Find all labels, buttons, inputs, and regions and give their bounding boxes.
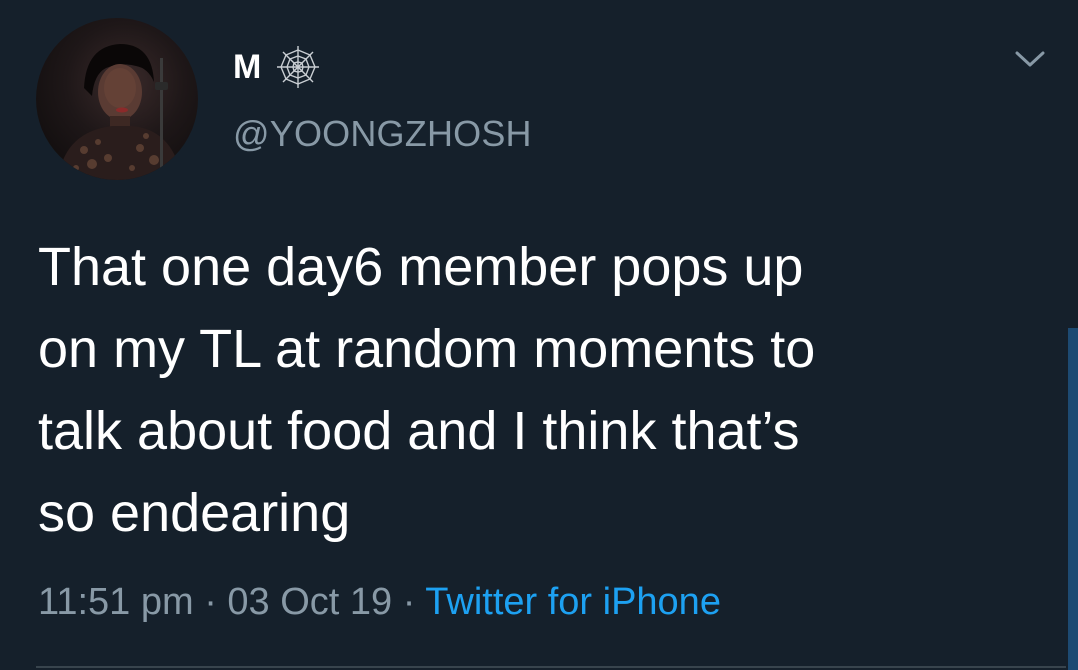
tweet-text: That one day6 member pops up on my TL at…	[38, 237, 816, 543]
tweet-time[interactable]: 11:51 pm	[38, 581, 194, 623]
divider	[36, 666, 1066, 668]
author-name-row[interactable]: M	[233, 44, 321, 90]
tweet-meta: 11:51 pm · 03 Oct 19 · Twitter for iPhon…	[38, 578, 721, 626]
display-name[interactable]: M	[233, 50, 261, 84]
tweet-source-link[interactable]: Twitter for iPhone	[425, 581, 721, 623]
chevron-down-icon	[1014, 49, 1046, 73]
avatar[interactable]	[36, 18, 198, 180]
tweet-date[interactable]: 03 Oct 19	[227, 581, 392, 623]
author-handle[interactable]: @YOONGZHOSH	[233, 116, 532, 152]
more-options-button[interactable]	[1004, 38, 1056, 84]
profile-photo	[58, 44, 182, 180]
meta-separator: ·	[402, 581, 416, 623]
meta-separator: ·	[204, 581, 217, 623]
scrollbar[interactable]	[1068, 328, 1078, 670]
spider-web-icon	[275, 44, 321, 90]
